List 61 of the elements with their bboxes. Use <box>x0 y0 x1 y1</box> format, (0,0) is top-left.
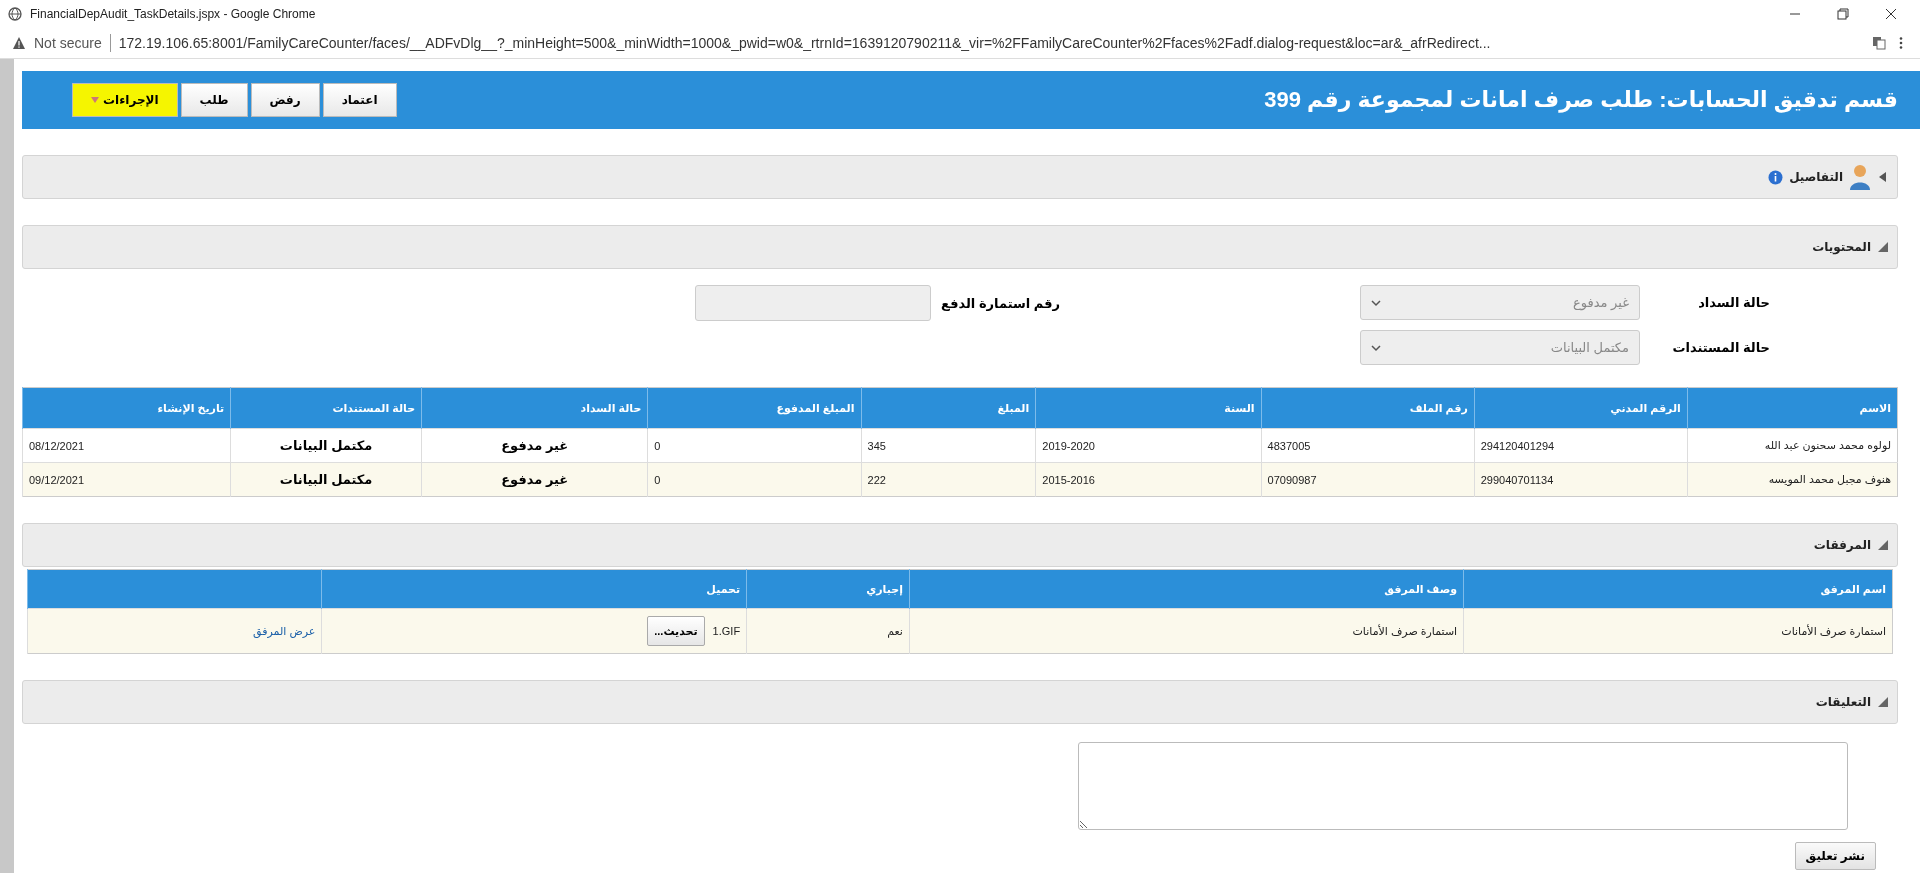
update-button[interactable]: تحديث... <box>647 616 705 646</box>
column-header[interactable]: المبلغ المدفوع <box>647 387 861 429</box>
table-cell: 0 <box>647 462 861 497</box>
field-label: رقم استمارة الدفع <box>941 295 1060 311</box>
restore-icon[interactable] <box>1836 7 1850 21</box>
column-header[interactable]: تاريخ الإنشاء <box>22 387 231 429</box>
caret-icon[interactable] <box>91 97 99 103</box>
scrollbar[interactable] <box>0 59 14 873</box>
column-header[interactable]: اسم المرفق <box>1463 569 1893 609</box>
person-icon <box>1849 164 1871 190</box>
table-cell: غير مدفوع <box>421 462 648 497</box>
section-header[interactable]: المحتويات <box>22 225 1898 269</box>
field-label: حالة المستندات <box>1671 340 1770 355</box>
toolbar-button[interactable]: رفض <box>250 83 320 117</box>
section-header[interactable]: التعليقات <box>22 680 1898 724</box>
table-cell: 299040701134 <box>1474 462 1688 497</box>
actions-menu-button[interactable]: الإجراءات <box>72 83 178 117</box>
section-title: التعليقات <box>1815 695 1871 709</box>
column-header[interactable]: السنة <box>1035 387 1262 429</box>
column-header[interactable]: الاسم <box>1687 387 1898 429</box>
toolbar-button[interactable]: طلب <box>180 83 248 117</box>
table-cell: 07090987 <box>1261 462 1475 497</box>
post-comment-button[interactable]: نشر تعليق <box>1794 842 1876 870</box>
window-title: FinancialDepAudit_TaskDetails.jspx - Google Chrome <box>30 7 317 21</box>
table-cell: 09/12/2021 <box>22 462 231 497</box>
section-title: المرفقات <box>1813 538 1871 552</box>
table-cell: 2015-2016 <box>1035 462 1262 497</box>
expanded-triangle-icon[interactable] <box>1877 696 1889 708</box>
table-cell: استمارة صرف الأمانات <box>1463 608 1893 654</box>
globe-icon <box>8 7 22 21</box>
section-header[interactable]: التفاصيل <box>22 155 1898 199</box>
field-label: حالة السداد <box>1697 295 1770 310</box>
security-label[interactable]: Not secure <box>34 35 102 51</box>
table-cell: استمارة صرف الأمانات <box>909 608 1464 654</box>
expanded-triangle-icon[interactable] <box>1877 539 1889 551</box>
info-icon[interactable] <box>1768 169 1784 185</box>
column-header[interactable]: وصف المرفق <box>909 569 1464 609</box>
section-header[interactable]: المرفقات <box>22 523 1898 567</box>
toolbar-button[interactable]: اعتماد <box>322 83 397 117</box>
section-title: التفاصيل <box>1789 170 1843 184</box>
table-cell: نعم <box>746 608 910 654</box>
column-header[interactable]: رقم الملف <box>1261 387 1475 429</box>
column-header[interactable]: الرقم المدني <box>1474 387 1688 429</box>
comment-field[interactable] <box>1078 742 1848 830</box>
close-icon[interactable] <box>1884 7 1898 21</box>
file-name: 1.GIF <box>712 625 741 637</box>
table-cell: مكتمل البيانات <box>230 462 422 497</box>
collapsed-triangle-icon[interactable] <box>1877 171 1889 183</box>
warning-icon[interactable] <box>12 36 26 50</box>
table-cell: 222 <box>861 462 1036 497</box>
page-title: قسم تدقيق الحسابات: طلب صرف امانات لمجموعة رقم 399 <box>1264 87 1898 113</box>
column-header[interactable]: إجباري <box>746 569 910 609</box>
table-cell: هنوف مجبل محمد المويسه <box>1687 462 1898 497</box>
column-header[interactable]: حالة السداد <box>421 387 648 429</box>
url-text[interactable]: 172.19.106.65:8001/FamilyCareCounter/faces/__ADFvDlg__?_minHeight=500&_minWidth=1000&_pwid=w0&_rtrnId=1639120790211&_vir=%2FFamilyCareCounter%2Ffaces%2Fadf.dialog-request&loc=ar&_afrRedirect... <box>118 35 1864 51</box>
column-header[interactable]: تحميل <box>321 569 747 609</box>
column-header[interactable]: حالة المستندات <box>230 387 422 429</box>
expanded-triangle-icon[interactable] <box>1877 241 1889 253</box>
column-header[interactable]: المبلغ <box>861 387 1036 429</box>
section-title: المحتويات <box>1812 240 1871 254</box>
view-attachment-link[interactable]: عرض المرفق <box>253 624 316 637</box>
